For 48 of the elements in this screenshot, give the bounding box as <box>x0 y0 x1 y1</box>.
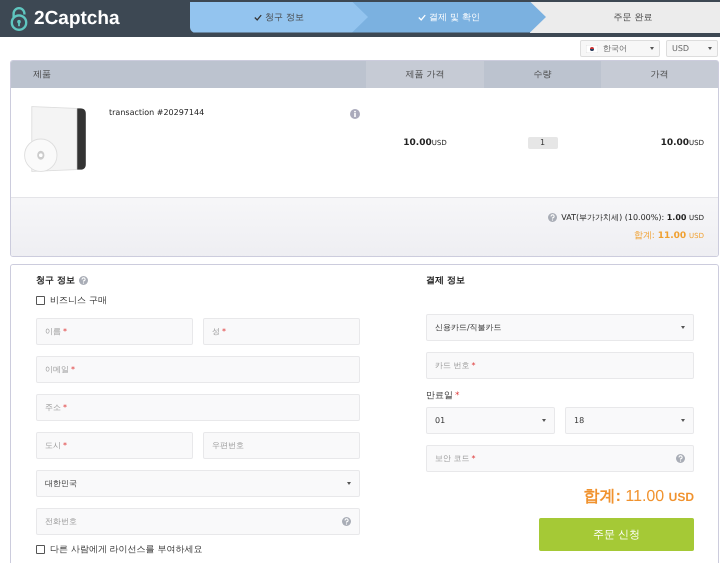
input-field[interactable]: 이메일 * <box>36 356 360 383</box>
section-title: 결제 정보 <box>426 274 466 286</box>
currency-select[interactable]: USD <box>666 40 718 57</box>
year-select[interactable]: 18 <box>565 407 694 434</box>
checkbox[interactable] <box>36 545 45 554</box>
progress-step: 주문 완료 <box>530 2 720 32</box>
input-field[interactable]: 보안 코드 * <box>426 445 694 472</box>
payment-method-select[interactable]: 신용카드/직불카드 <box>426 314 694 341</box>
checkbox-label: 다른 사람에게 라이선스를 부여하세요 <box>50 544 203 556</box>
help-icon[interactable] <box>676 454 685 463</box>
help-icon[interactable] <box>342 517 351 526</box>
month-select[interactable]: 01 <box>426 407 555 434</box>
help-icon[interactable] <box>548 213 558 222</box>
input-field[interactable]: 이름 * <box>36 318 193 345</box>
checkmark-icon <box>418 14 426 20</box>
help-icon[interactable] <box>79 276 88 284</box>
checkbox-label: 비즈니스 구매 <box>50 295 107 307</box>
caret-icon <box>542 419 546 422</box>
info-icon[interactable] <box>350 109 360 119</box>
flag-icon <box>586 44 598 52</box>
quantity-field[interactable]: 1 <box>528 136 558 148</box>
section-title: 청구 정보 <box>36 274 76 286</box>
column-header: 제품 <box>32 69 52 82</box>
input-field[interactable]: 전화번호 <box>36 508 360 535</box>
progress-step: 청구 정보 <box>190 2 368 32</box>
input-field[interactable]: 도시 * <box>36 432 193 459</box>
caret-icon <box>681 419 685 422</box>
caret-icon <box>347 482 351 485</box>
column-header: 수량 <box>532 69 552 82</box>
caret-icon <box>708 47 712 50</box>
input-field[interactable]: 주소 * <box>36 394 360 421</box>
input-field[interactable]: 우편번호 <box>203 432 360 459</box>
product-name: transaction #20297144 <box>109 108 204 117</box>
padlock-icon <box>10 6 28 30</box>
input-field[interactable]: 카드 번호 * <box>426 352 694 379</box>
language-select[interactable]: 한국어 <box>580 40 660 57</box>
checkmark-icon <box>254 14 262 20</box>
column-header: 제품 가격 <box>366 61 484 88</box>
caret-icon <box>650 47 654 50</box>
checkbox[interactable] <box>36 296 45 305</box>
progress-step: 결제 및 확인 <box>352 2 546 32</box>
column-header: 가격 <box>601 61 718 88</box>
caret-icon <box>681 326 685 329</box>
country-select[interactable]: 대한민국 <box>36 470 360 497</box>
logo-text: 2Captcha <box>34 8 120 30</box>
input-field[interactable]: 성 * <box>203 318 360 345</box>
order-total: 합계: 11.00 USD <box>584 487 694 507</box>
field-label: 만료일 * <box>426 390 460 402</box>
